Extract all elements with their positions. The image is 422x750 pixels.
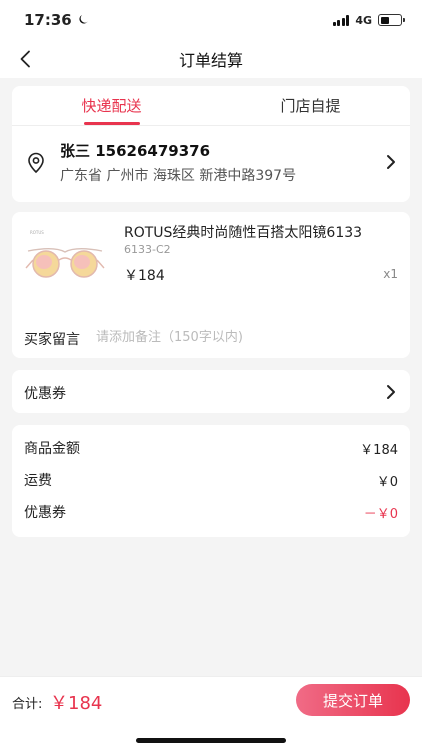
network-label: 4G — [355, 13, 372, 27]
product-card: ROTUS ROTUS经典时尚随性百搭太阳镜6133 6133-C2 ￥184 … — [12, 212, 410, 358]
nav-bar: 订单结算 — [0, 40, 422, 78]
chevron-right-icon — [387, 155, 395, 169]
svg-text:ROTUS: ROTUS — [30, 230, 44, 235]
chevron-left-icon — [20, 50, 30, 68]
summary-value: ￥184 — [360, 442, 398, 458]
delivery-card: 快递配送 门店自提 张三 15626479376 广东省 广州市 海珠区 新港中… — [12, 86, 410, 202]
tab-express[interactable]: 快递配送 — [12, 86, 211, 125]
battery-fill — [380, 16, 390, 24]
delivery-tabs: 快递配送 门店自提 — [12, 86, 410, 126]
submit-order-button[interactable]: 提交订单 — [296, 684, 410, 716]
address-name-phone: 张三 15626479376 — [60, 142, 211, 160]
summary-row-shipping: 运费 ￥0 — [24, 470, 398, 490]
tab-store-pickup[interactable]: 门店自提 — [211, 86, 410, 125]
address-detail: 广东省 广州市 海珠区 新港中路397号 — [60, 168, 297, 184]
signal-icon — [332, 14, 350, 26]
product-image-sunglasses: ROTUS — [24, 226, 106, 290]
order-summary-card: 商品金额 ￥184 运费 ￥0 优惠券 －￥0 — [12, 425, 410, 537]
battery-icon — [378, 14, 405, 26]
page-title: 订单结算 — [178, 51, 243, 70]
total-value: ￥184 — [50, 693, 103, 714]
summary-label: 运费 — [24, 473, 52, 489]
product-sku: 6133-C2 — [124, 243, 171, 256]
summary-row-coupon: 优惠券 －￥0 — [24, 502, 398, 522]
summary-value: ￥0 — [376, 474, 398, 490]
buyer-note-input[interactable] — [96, 324, 396, 350]
product-name: ROTUS经典时尚随性百搭太阳镜6133 — [124, 225, 363, 241]
product-price: ￥184 — [124, 268, 165, 284]
total-label: 合计: — [12, 697, 43, 712]
summary-label: 商品金额 — [24, 441, 80, 457]
summary-row-goods-amount: 商品金额 ￥184 — [24, 438, 398, 458]
summary-value: －￥0 — [363, 506, 398, 522]
status-right: 4G — [332, 13, 405, 27]
address-row[interactable]: 张三 15626479376 广东省 广州市 海珠区 新港中路397号 — [12, 126, 410, 201]
status-left: 17:36 — [24, 11, 90, 29]
coupon-row[interactable]: 优惠券 — [12, 370, 410, 413]
status-time: 17:36 — [24, 11, 72, 29]
summary-label: 优惠券 — [24, 505, 66, 521]
moon-icon — [78, 11, 90, 29]
back-button[interactable] — [14, 48, 36, 70]
location-pin-icon — [28, 152, 44, 174]
status-bar: 17:36 4G — [0, 0, 422, 40]
home-indicator — [136, 738, 286, 743]
buyer-note-label: 买家留言 — [24, 332, 80, 348]
product-quantity: x1 — [383, 267, 398, 281]
coupon-label: 优惠券 — [24, 386, 66, 402]
chevron-right-icon — [387, 385, 395, 399]
